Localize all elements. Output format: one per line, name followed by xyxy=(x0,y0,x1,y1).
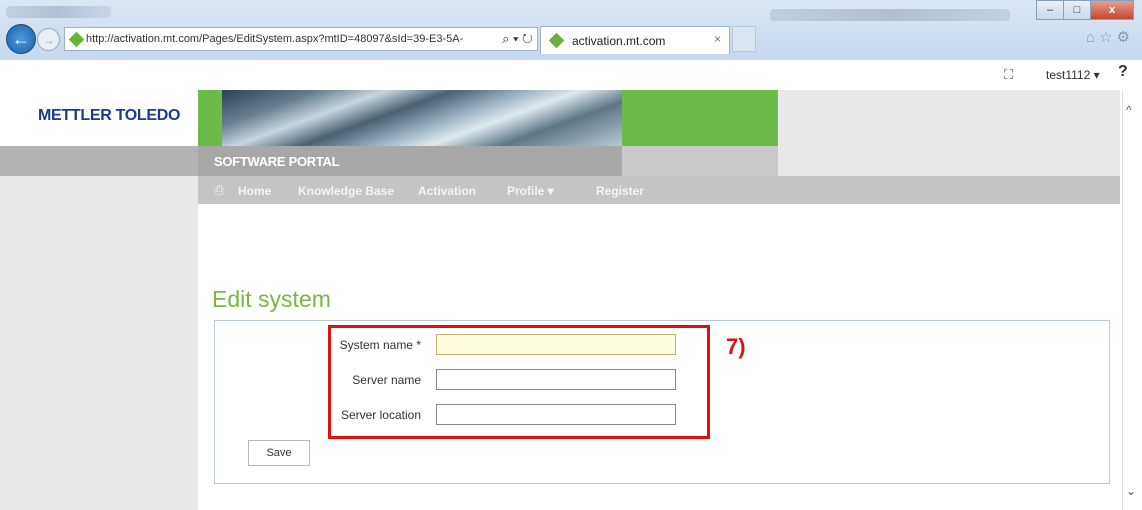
new-tab-button[interactable] xyxy=(732,26,756,52)
close-window-button[interactable]: x xyxy=(1090,0,1134,20)
banner-image xyxy=(222,90,622,146)
tab-title: activation.mt.com xyxy=(572,33,666,48)
tab-close-icon[interactable]: × xyxy=(714,32,721,46)
nav-knowledge-base[interactable]: Knowledge Base xyxy=(298,184,394,198)
minimize-button[interactable]: – xyxy=(1036,0,1064,20)
home-favorites-settings-icons[interactable]: ⌂☆⚙ xyxy=(1086,28,1134,46)
tab-favicon-icon xyxy=(548,32,565,49)
forward-button[interactable]: → xyxy=(37,28,60,51)
portal-bar-right xyxy=(778,146,1120,176)
arrow-left-icon: ← xyxy=(12,28,30,49)
company-logo[interactable]: METTLER TOLEDO xyxy=(38,107,180,125)
browser-tab[interactable]: activation.mt.com × xyxy=(540,26,730,54)
fullscreen-icon[interactable]: ⛶ xyxy=(1004,67,1013,83)
home-icon[interactable]: ⎙ xyxy=(214,182,224,198)
address-bar[interactable]: http://activation.mt.com/Pages/EditSyste… xyxy=(64,27,538,51)
scroll-up-icon[interactable]: ^ xyxy=(1126,103,1132,117)
site-favicon-icon xyxy=(68,31,85,47)
address-bar-icons[interactable]: ⌕ ▾ ↻ xyxy=(502,31,533,47)
nav-profile[interactable]: Profile ▾ xyxy=(507,184,554,198)
annotation-step-label: 7) xyxy=(726,334,746,359)
left-header-band xyxy=(0,146,198,176)
window-controls: – □ x xyxy=(1036,0,1134,22)
portal-title: SOFTWARE PORTAL xyxy=(214,154,340,169)
titlebar-quick-access xyxy=(6,6,111,18)
back-button[interactable]: ← xyxy=(6,24,36,54)
vertical-scrollbar[interactable] xyxy=(1122,90,1142,510)
nav-register[interactable]: Register xyxy=(596,184,644,198)
scroll-down-icon[interactable]: ⌄ xyxy=(1126,484,1136,498)
arrow-right-icon: → xyxy=(42,32,55,47)
window-title xyxy=(770,9,1010,21)
command-row xyxy=(0,60,1142,90)
url-text[interactable]: http://activation.mt.com/Pages/EditSyste… xyxy=(86,33,481,45)
page-title: Edit system xyxy=(212,286,331,312)
nav-activation[interactable]: Activation xyxy=(418,184,476,198)
header-right-area xyxy=(778,90,1120,146)
help-icon[interactable]: ? xyxy=(1118,63,1128,81)
portal-bar-accent xyxy=(622,146,778,176)
maximize-button[interactable]: □ xyxy=(1063,0,1091,20)
annotation-highlight-box xyxy=(328,325,710,439)
save-button[interactable]: Save xyxy=(248,440,310,466)
user-menu[interactable]: test1112 ▾ xyxy=(1046,68,1100,82)
nav-home[interactable]: Home xyxy=(238,184,271,198)
